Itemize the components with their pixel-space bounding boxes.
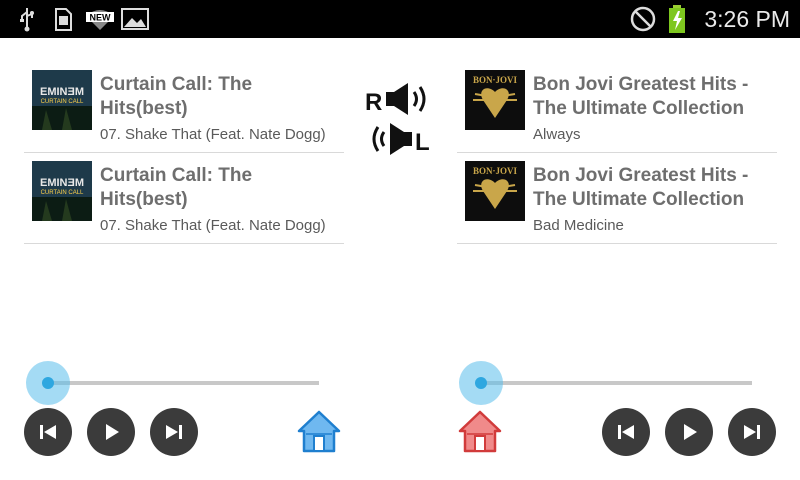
speaker-right-icon: [386, 83, 426, 115]
left-channel-label: L: [415, 129, 430, 156]
left-home-button[interactable]: [296, 408, 342, 454]
album-art-text: BON·JOVI: [473, 166, 518, 176]
play-icon: [684, 424, 697, 440]
album-art-text: BON·JOVI: [473, 75, 518, 85]
home-icon: [458, 410, 502, 453]
wifi-badge: NEW: [90, 13, 112, 23]
album-art-subtext: CURTAIN CALL: [41, 190, 84, 196]
do-not-disturb-icon: [629, 5, 657, 33]
right-previous-button[interactable]: [602, 408, 650, 456]
skip-previous-icon: [618, 425, 634, 439]
skip-previous-icon: [40, 425, 56, 439]
album-art-text: EMINƎM: [40, 86, 84, 98]
right-channel-label: R: [365, 89, 382, 116]
speaker-left-icon: [372, 123, 412, 155]
list-item[interactable]: EMINƎM CURTAIN CALL Curtain Call: The Hi…: [24, 62, 344, 153]
album-art: BON·JOVI: [465, 70, 525, 130]
track-title: 07. Shake That (Feat. Nate Dogg): [100, 217, 326, 234]
album-art: EMINƎM CURTAIN CALL: [32, 161, 92, 221]
right-playlist: BON·JOVI Bon Jovi Greatest Hits - The Ul…: [457, 62, 777, 244]
left-next-button[interactable]: [150, 408, 198, 456]
album-title: Bon Jovi Greatest Hits - The Ultimate Co…: [533, 165, 749, 210]
wifi-new-icon: NEW: [84, 5, 116, 33]
album-art-text: EMINƎM: [40, 177, 84, 189]
left-seek-thumb[interactable]: [42, 377, 54, 389]
right-play-button[interactable]: [665, 408, 713, 456]
left-seek-track[interactable]: [48, 381, 319, 385]
gallery-icon: [120, 5, 150, 33]
album-title: Curtain Call: The Hits(best): [100, 165, 253, 210]
battery-charging-icon: [667, 5, 687, 33]
album-art-subtext: CURTAIN CALL: [41, 99, 84, 105]
album-title: Curtain Call: The Hits(best): [100, 74, 253, 119]
status-bar: NEW 3:26 PM: [0, 0, 800, 38]
list-item[interactable]: EMINƎM CURTAIN CALL Curtain Call: The Hi…: [24, 153, 344, 244]
skip-next-icon: [166, 425, 182, 439]
left-play-button[interactable]: [87, 408, 135, 456]
album-art: EMINƎM CURTAIN CALL: [32, 70, 92, 130]
left-playlist: EMINƎM CURTAIN CALL Curtain Call: The Hi…: [24, 62, 344, 244]
home-icon: [297, 410, 341, 453]
skip-next-icon: [744, 425, 760, 439]
right-seek-thumb[interactable]: [475, 377, 487, 389]
list-item[interactable]: BON·JOVI Bon Jovi Greatest Hits - The Ul…: [457, 62, 777, 153]
swap-channels-button[interactable]: R L: [364, 80, 434, 158]
right-seek-track[interactable]: [481, 381, 752, 385]
right-next-button[interactable]: [728, 408, 776, 456]
right-home-button[interactable]: [457, 408, 503, 454]
clock: 3:26 PM: [704, 6, 790, 32]
album-art: BON·JOVI: [465, 161, 525, 221]
play-icon: [106, 424, 119, 440]
track-title: 07. Shake That (Feat. Nate Dogg): [100, 126, 326, 143]
usb-icon: [16, 5, 38, 33]
track-title: Always: [533, 126, 581, 143]
list-item[interactable]: BON·JOVI Bon Jovi Greatest Hits - The Ul…: [457, 153, 777, 244]
album-title: Bon Jovi Greatest Hits - The Ultimate Co…: [533, 74, 749, 119]
track-title: Bad Medicine: [533, 217, 624, 234]
sd-card-icon: [52, 5, 74, 33]
left-previous-button[interactable]: [24, 408, 72, 456]
